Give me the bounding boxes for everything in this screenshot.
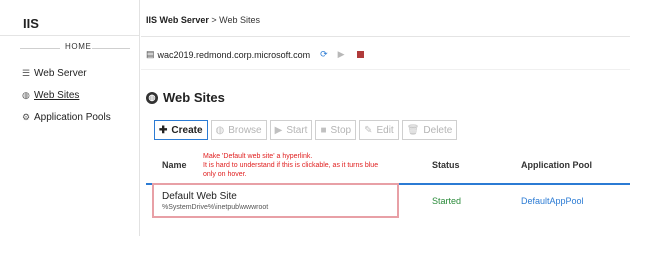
- sidebar-item-web-sites[interactable]: ◍ Web Sites: [22, 88, 79, 102]
- annotation-line: only on hover.: [203, 171, 247, 178]
- breadcrumb-root[interactable]: IIS Web Server: [146, 15, 209, 25]
- browse-button-label: Browse: [228, 124, 262, 136]
- globe-icon: ◍: [215, 124, 225, 136]
- page-title-text: Web Sites: [163, 90, 225, 105]
- stop-icon[interactable]: [356, 51, 364, 58]
- review-annotation: Make 'Default web site' a hyperlink. It …: [203, 152, 388, 179]
- stop-button[interactable]: ■ Stop: [315, 120, 357, 140]
- trash-icon: 🗑: [406, 124, 420, 136]
- sidebar: IIS HOME ☰ Web Server ◍ Web Sites ⚙ Appl…: [0, 0, 140, 236]
- server-divider: [141, 69, 630, 70]
- sidebar-item-label: Web Server: [34, 67, 87, 79]
- breadcrumb-current: Web Sites: [219, 15, 261, 25]
- page-title: ◍ Web Sites: [146, 90, 225, 105]
- column-header-status[interactable]: Status: [432, 160, 460, 170]
- section-rule-left: [20, 48, 60, 49]
- globe-icon: ◍: [146, 91, 158, 104]
- delete-button-label: Delete: [423, 124, 453, 136]
- breadcrumb: IIS Web Server > Web Sites: [146, 15, 260, 25]
- refresh-icon[interactable]: ⟳: [320, 49, 328, 60]
- sidebar-divider: [0, 35, 139, 36]
- app-title: IIS: [23, 16, 39, 31]
- breadcrumb-separator: >: [211, 15, 217, 25]
- sidebar-item-web-server[interactable]: ☰ Web Server: [22, 66, 87, 80]
- stop-button-label: Stop: [330, 124, 352, 136]
- application-pool-link[interactable]: DefaultAppPool: [521, 196, 584, 206]
- section-header-home: HOME: [20, 42, 130, 54]
- stop-icon: ■: [320, 124, 327, 136]
- sidebar-item-label: Application Pools: [34, 111, 111, 123]
- create-button[interactable]: ✚ Create: [154, 120, 208, 140]
- section-label: HOME: [65, 42, 92, 51]
- globe-icon: ◍: [22, 89, 30, 100]
- plus-icon: ✚: [159, 124, 168, 136]
- header-divider: [141, 36, 630, 37]
- server-icon: ☰: [22, 67, 31, 78]
- column-header-name[interactable]: Name: [162, 160, 187, 170]
- server-name: wac2019.redmond.corp.microsoft.com: [157, 49, 311, 60]
- column-header-application-pool[interactable]: Application Pool: [521, 160, 592, 170]
- status-badge: Started: [432, 196, 462, 206]
- toolbar: ✚ Create ◍ Browse ▶ Start ■ Stop ✎ Edit …: [154, 120, 458, 140]
- start-button[interactable]: ▶ Start: [269, 120, 313, 140]
- pencil-icon: ✎: [364, 124, 373, 136]
- gears-icon: ⚙: [22, 111, 31, 122]
- server-icon: ▤: [146, 49, 155, 59]
- annotation-highlight-box: [152, 183, 399, 218]
- sidebar-item-application-pools[interactable]: ⚙ Application Pools: [22, 110, 111, 124]
- delete-button[interactable]: 🗑 Delete: [401, 120, 458, 140]
- section-rule-right: [92, 48, 130, 49]
- edit-button-label: Edit: [376, 124, 394, 136]
- annotation-line: Make 'Default web site' a hyperlink.: [203, 153, 313, 160]
- create-button-label: Create: [171, 124, 203, 136]
- play-icon: ▶: [274, 124, 283, 136]
- edit-button[interactable]: ✎ Edit: [359, 120, 399, 140]
- browse-button[interactable]: ◍ Browse: [210, 120, 267, 140]
- play-icon[interactable]: ▶: [338, 49, 345, 60]
- server-bar: ▤ wac2019.redmond.corp.microsoft.com ⟳ ▶: [146, 49, 364, 60]
- annotation-line: It is hard to understand if this is clic…: [203, 162, 379, 169]
- sidebar-item-label: Web Sites: [34, 89, 80, 101]
- start-button-label: Start: [286, 124, 308, 136]
